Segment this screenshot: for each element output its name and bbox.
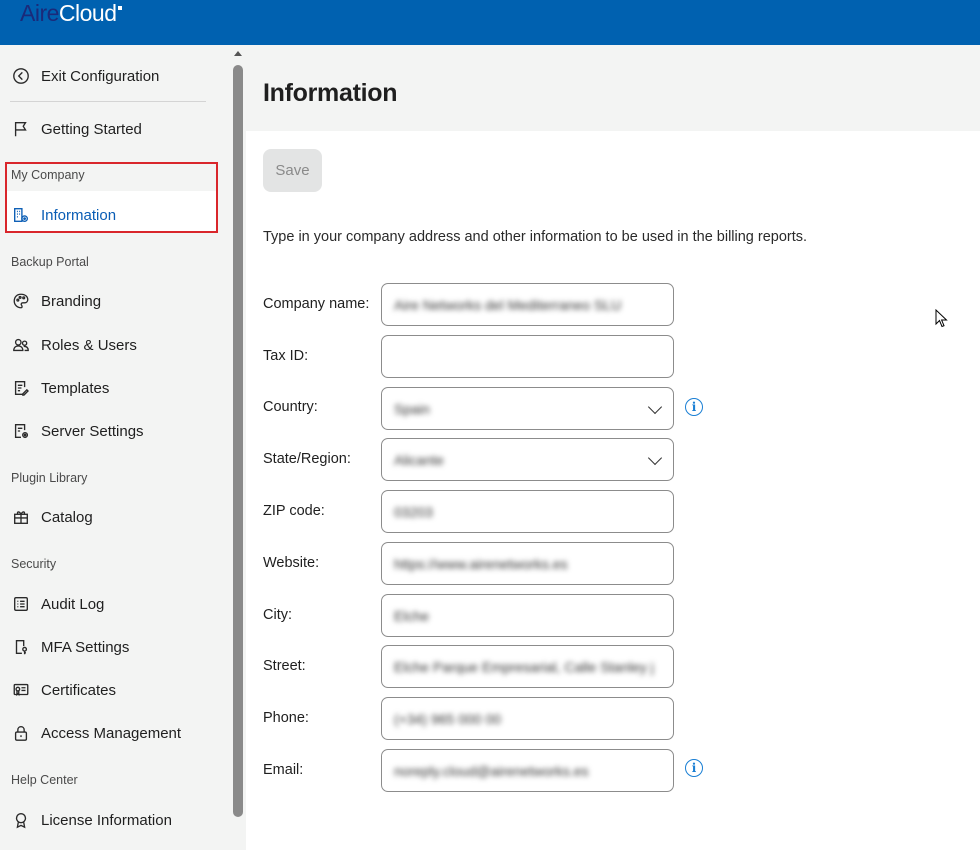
certificates-label: Certificates bbox=[41, 681, 117, 699]
mouse-pointer-icon bbox=[935, 309, 948, 328]
zip-code-field[interactable]: 03203 bbox=[381, 490, 674, 533]
sidebar-divider bbox=[10, 101, 206, 102]
email-info-icon[interactable]: i bbox=[685, 759, 703, 777]
website-label: Website: bbox=[263, 555, 320, 571]
airecloud-logo[interactable]: AireCloud bbox=[20, 0, 122, 27]
document-edit-icon bbox=[11, 378, 31, 398]
chevron-down-icon bbox=[647, 399, 663, 415]
logo-mark bbox=[117, 6, 122, 10]
roles-users-label: Roles & Users bbox=[41, 336, 137, 354]
state-region-select[interactable]: Alicante bbox=[381, 438, 674, 481]
state-region-label: State/Region: bbox=[263, 451, 351, 467]
gift-box-icon bbox=[11, 507, 31, 527]
email-label: Email: bbox=[263, 762, 304, 778]
sidebar-item-mfa-settings[interactable]: MFA Settings bbox=[11, 635, 129, 659]
lock-icon bbox=[11, 723, 31, 743]
sidebar-item-server-settings[interactable]: Server Settings bbox=[11, 419, 144, 443]
state-region-value: Alicante bbox=[394, 451, 444, 468]
phone-field[interactable]: (+34) 965 000 00 bbox=[381, 697, 674, 740]
section-label-security: Security bbox=[11, 557, 57, 571]
logo-text-cloud: Cloud bbox=[58, 0, 117, 26]
email-value: noreply.cloud@airenetworks.es bbox=[394, 762, 589, 779]
section-label-help-center: Help Center bbox=[11, 773, 78, 787]
license-information-label: License Information bbox=[41, 811, 172, 829]
access-management-label: Access Management bbox=[41, 724, 182, 742]
phone-label: Phone: bbox=[263, 710, 309, 726]
catalog-label: Catalog bbox=[41, 508, 93, 526]
scroll-up-arrow-icon[interactable] bbox=[234, 51, 242, 56]
website-field[interactable]: https://www.airenetworks.es bbox=[381, 542, 674, 585]
website-value: https://www.airenetworks.es bbox=[394, 555, 568, 572]
save-button[interactable]: Save bbox=[263, 149, 322, 192]
street-value: Elche Parque Empresarial, Calle Stanley … bbox=[394, 658, 654, 675]
tax-id-label: Tax ID: bbox=[263, 348, 309, 364]
users-icon bbox=[11, 335, 31, 355]
branding-label: Branding bbox=[41, 292, 102, 310]
city-label: City: bbox=[263, 607, 292, 623]
company-name-value: Aire Networks del Mediterraneo SLU bbox=[394, 296, 622, 313]
templates-label: Templates bbox=[41, 379, 110, 397]
sidebar-item-branding[interactable]: Branding bbox=[11, 289, 101, 313]
country-value: Spain bbox=[394, 400, 430, 417]
audit-log-label: Audit Log bbox=[41, 595, 105, 613]
logo-text-aire: Aire bbox=[20, 0, 59, 26]
section-label-backup-portal: Backup Portal bbox=[11, 255, 89, 269]
exit-configuration-label: Exit Configuration bbox=[41, 67, 160, 85]
zip-code-value: 03203 bbox=[394, 503, 433, 520]
information-label: Information bbox=[41, 206, 117, 224]
phone-key-icon bbox=[11, 637, 31, 657]
tax-id-field[interactable] bbox=[381, 335, 674, 378]
sidebar-item-certificates[interactable]: Certificates bbox=[11, 678, 116, 702]
phone-value: (+34) 965 000 00 bbox=[394, 710, 502, 727]
company-name-field[interactable]: Aire Networks del Mediterraneo SLU bbox=[381, 283, 674, 326]
country-label: Country: bbox=[263, 399, 318, 415]
email-field[interactable]: noreply.cloud@airenetworks.es bbox=[381, 749, 674, 792]
country-info-icon[interactable]: i bbox=[685, 398, 703, 416]
zip-code-label: ZIP code: bbox=[263, 503, 325, 519]
flag-icon bbox=[11, 119, 31, 139]
country-select[interactable]: Spain bbox=[381, 387, 674, 430]
city-field[interactable]: Elche bbox=[381, 594, 674, 637]
top-bar: AireCloud bbox=[0, 0, 980, 45]
circle-arrow-left-icon bbox=[11, 66, 31, 86]
sidebar-item-roles-users[interactable]: Roles & Users bbox=[11, 333, 137, 357]
scrollbar-thumb[interactable] bbox=[233, 65, 243, 817]
section-label-my-company: My Company bbox=[11, 168, 85, 182]
street-label: Street: bbox=[263, 658, 306, 674]
street-field[interactable]: Elche Parque Empresarial, Calle Stanley … bbox=[381, 645, 674, 688]
mfa-settings-label: MFA Settings bbox=[41, 638, 130, 656]
chevron-down-icon bbox=[647, 450, 663, 466]
certificate-icon bbox=[11, 680, 31, 700]
server-settings-label: Server Settings bbox=[41, 422, 144, 440]
intro-text: Type in your company address and other i… bbox=[263, 229, 808, 245]
server-gear-icon bbox=[11, 421, 31, 441]
info-glyph: i bbox=[691, 761, 697, 775]
info-glyph: i bbox=[691, 400, 697, 414]
exit-configuration-link[interactable]: Exit Configuration bbox=[11, 64, 159, 88]
sidebar-item-catalog[interactable]: Catalog bbox=[11, 505, 93, 529]
sidebar-item-license-information[interactable]: License Information bbox=[11, 808, 172, 832]
sidebar-item-information[interactable]: Information bbox=[11, 203, 116, 227]
city-value: Elche bbox=[394, 607, 430, 624]
sidebar-scrollbar[interactable] bbox=[230, 45, 246, 850]
sidebar-item-getting-started[interactable]: Getting Started bbox=[11, 117, 142, 141]
section-label-plugin-library: Plugin Library bbox=[11, 471, 88, 485]
company-name-label: Company name: bbox=[263, 296, 370, 312]
getting-started-label: Getting Started bbox=[41, 120, 142, 138]
sidebar-item-access-management[interactable]: Access Management bbox=[11, 721, 181, 745]
palette-icon bbox=[11, 291, 31, 311]
sidebar-item-audit-log[interactable]: Audit Log bbox=[11, 592, 104, 616]
page-title: Information bbox=[263, 79, 398, 107]
sidebar-item-templates[interactable]: Templates bbox=[11, 376, 109, 400]
building-settings-icon bbox=[11, 205, 31, 225]
list-icon bbox=[11, 594, 31, 614]
award-icon bbox=[11, 810, 31, 830]
